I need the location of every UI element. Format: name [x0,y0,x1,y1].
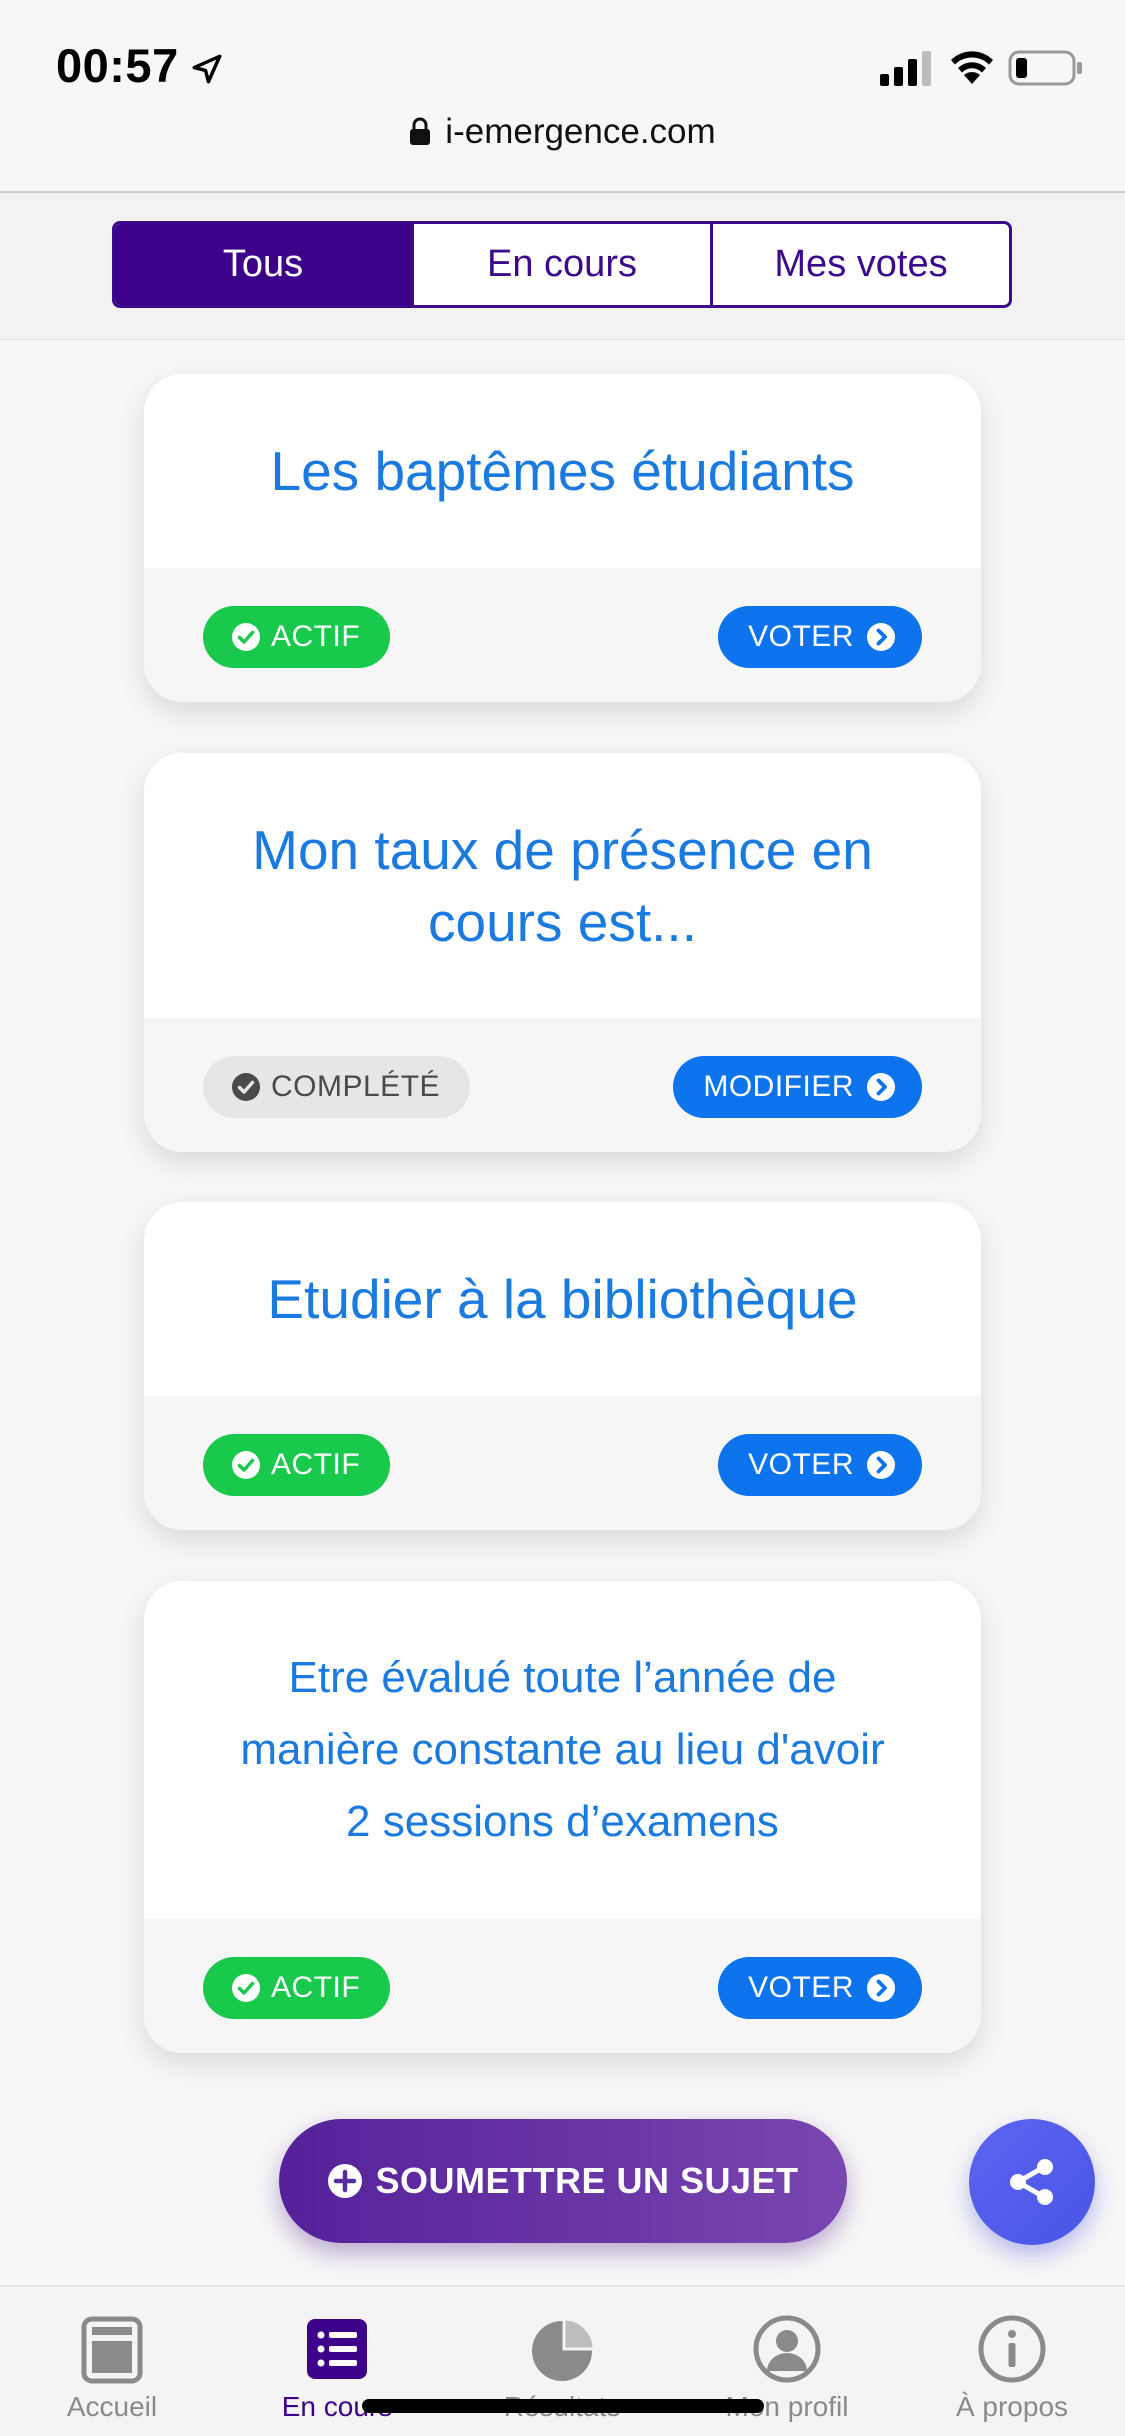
chevron-right-circle-icon [867,1451,895,1479]
home-icon [81,2316,143,2384]
card-footer: COMPLÉTÉ MODIFIER [144,1018,981,1152]
modify-button[interactable]: MODIFIER [673,1056,922,1118]
topic-card[interactable]: Etre évalué toute l’année de manière con… [144,1581,981,2053]
home-indicator[interactable] [362,2399,764,2413]
status-time: 00:57 [56,39,179,92]
vote-button-label: VOTER [748,620,854,653]
status-badge-label: ACTIF [271,1971,361,2004]
card-footer: ACTIF VOTER [144,568,981,702]
share-icon [1010,2159,1053,2205]
tabbar-item-a-propos[interactable]: À propos [922,2313,1102,2423]
topic-title[interactable]: Les baptêmes étudiants [144,374,981,568]
tab-mes-votes[interactable]: Mes votes [710,224,1009,305]
tabbar-label: Accueil [66,2391,158,2422]
tabbar-item-accueil[interactable]: Accueil [22,2313,202,2423]
url-text: i-emergence.com [445,112,716,151]
vote-button[interactable]: VOTER [718,1957,922,2019]
status-badge: ACTIF [203,1957,391,2019]
submit-topic-label: SOUMETTRE UN SUJET [375,2160,799,2201]
pie-chart-icon [532,2317,596,2381]
status-badge: ACTIF [203,606,391,668]
address-bar[interactable]: i-emergence.com [0,112,1125,162]
lock-icon [410,117,431,145]
topic-title[interactable]: Etre évalué toute l’année de manière con… [144,1581,981,1919]
topic-title[interactable]: Etudier à la bibliothèque [144,1202,981,1396]
chevron-right-circle-icon [867,1073,895,1101]
submit-topic-button[interactable]: SOUMETTRE UN SUJET [279,2119,847,2243]
share-button[interactable] [969,2119,1095,2245]
modify-button-label: MODIFIER [703,1070,854,1103]
location-arrow-icon [192,54,222,84]
check-circle-icon [232,1974,260,2002]
status-badge-label: COMPLÉTÉ [271,1070,441,1103]
chevron-right-circle-icon [867,1974,895,2002]
filter-area: Tous En cours Mes votes [0,193,1125,340]
plus-circle-icon [328,2164,363,2198]
filter-segmented-control: Tous En cours Mes votes [112,221,1012,308]
tab-en-cours[interactable]: En cours [411,224,710,305]
battery-icon [1008,50,1082,86]
check-circle-icon [232,1451,260,1479]
tab-tous[interactable]: Tous [115,224,411,305]
status-badge-label: ACTIF [271,620,361,653]
card-footer: ACTIF VOTER [144,1919,981,2053]
chevron-right-circle-icon [867,623,895,651]
profile-icon [753,2315,821,2383]
check-circle-icon [232,623,260,651]
topic-card[interactable]: Etudier à la bibliothèque ACTIF VOTER [144,1202,981,1530]
vote-button[interactable]: VOTER [718,606,922,668]
info-icon [978,2315,1046,2383]
cellular-signal-icon [880,51,931,86]
status-badge: ACTIF [203,1434,391,1496]
vote-button-label: VOTER [748,1448,854,1481]
vote-button-label: VOTER [748,1971,854,2004]
topic-title[interactable]: Mon taux de présence en cours est... [144,753,981,1018]
wifi-icon [951,51,993,84]
topic-card[interactable]: Les baptêmes étudiants ACTIF VOTER [144,374,981,702]
bottom-tab-bar: Accueil En cours Résultats Mon profil [0,2285,1125,2436]
status-badge: COMPLÉTÉ [203,1056,471,1118]
status-badge-label: ACTIF [271,1448,361,1481]
topic-card[interactable]: Mon taux de présence en cours est... COM… [144,753,981,1152]
list-icon [307,2319,367,2379]
card-footer: ACTIF VOTER [144,1396,981,1530]
vote-button[interactable]: VOTER [718,1434,922,1496]
check-circle-icon [232,1073,260,1101]
tabbar-label: À propos [955,2391,1069,2422]
